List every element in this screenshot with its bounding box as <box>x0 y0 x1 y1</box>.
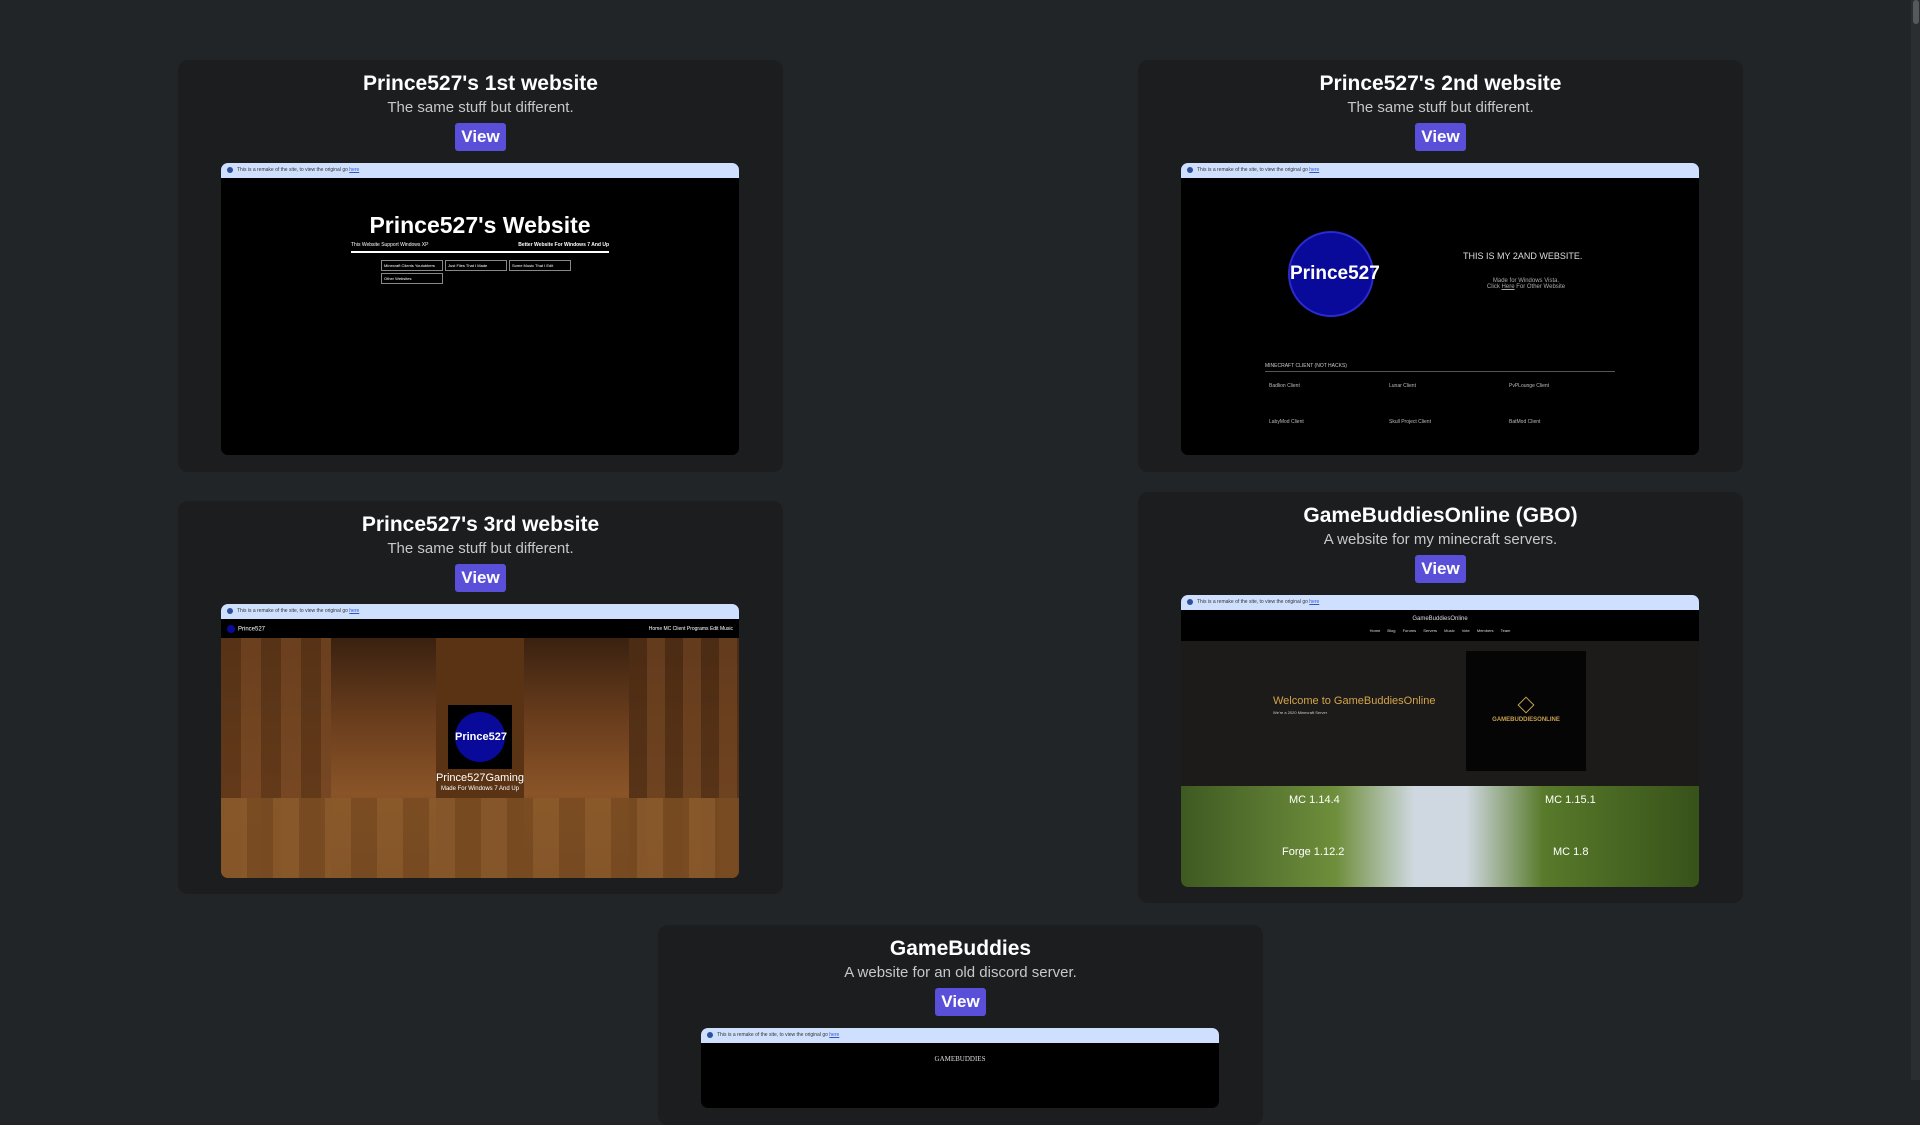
card-2nd-website: Prince527's 2nd website The same stuff b… <box>1138 60 1743 472</box>
server-label: MC 1.8 <box>1553 846 1589 858</box>
client-name: BatMod Client <box>1509 419 1541 425</box>
banner-link: here <box>1309 167 1320 173</box>
card-1st-website: Prince527's 1st website The same stuff b… <box>178 60 783 472</box>
server-label: MC 1.15.1 <box>1545 794 1596 806</box>
profile-name: Prince527Gaming <box>435 772 525 784</box>
client-name: PvPLounge Client <box>1509 383 1550 389</box>
right-note: Better Website For Windows 7 And Up <box>518 242 609 248</box>
site-preview[interactable]: This is a remake of the site, to view th… <box>701 1028 1219 1108</box>
banner-link: here <box>829 1032 840 1038</box>
brand: Prince527 <box>227 624 265 633</box>
welcome-text: Welcome to GameBuddiesOnline <box>1273 695 1436 707</box>
gbo-header: GameBuddiesOnline Home Blog Forums Serve… <box>1181 610 1699 641</box>
client-name: LabyMod Client <box>1269 419 1304 425</box>
logo-circle: Prince527 <box>1288 231 1380 317</box>
info-icon <box>227 607 233 614</box>
card-title: GameBuddiesOnline (GBO) <box>1303 504 1578 527</box>
here-link: Here <box>1501 284 1515 290</box>
card-description: A website for my minecraft servers. <box>1323 531 1558 548</box>
site-preview[interactable]: This is a remake of the site, to view th… <box>1181 595 1699 887</box>
remake-banner: This is a remake of the site, to view th… <box>701 1028 1219 1043</box>
view-button[interactable]: View <box>455 123 506 151</box>
remake-banner: This is a remake of the site, to view th… <box>1181 163 1699 178</box>
site-preview[interactable]: This is a remake of the site, to view th… <box>1181 163 1699 455</box>
brand-logo-icon <box>227 624 235 633</box>
card-3rd-website: Prince527's 3rd website The same stuff b… <box>178 501 783 894</box>
section-title: MINECRAFT CLIENT (NOT HACKS) <box>1265 363 1615 372</box>
remake-banner: This is a remake of the site, to view th… <box>1181 595 1699 610</box>
tagline: THIS IS MY 2AND WEBSITE. <box>1463 251 1583 261</box>
card-description: The same stuff but different. <box>1347 99 1534 116</box>
view-button[interactable]: View <box>455 564 506 592</box>
view-button[interactable]: View <box>1415 555 1466 583</box>
view-button[interactable]: View <box>935 988 986 1016</box>
preview-heading: Prince527's Website <box>369 212 591 238</box>
client-name: Skull Project Client <box>1389 419 1431 425</box>
preview-button: Other Websites <box>381 273 443 284</box>
banner-link: here <box>349 608 360 614</box>
preview-button: Some Music That I Edit <box>509 260 571 271</box>
gbo-logo: GAMEBUDDIESONLINE <box>1466 651 1586 771</box>
card-title: Prince527's 2nd website <box>1319 72 1562 95</box>
info-icon <box>227 166 233 173</box>
banner-link: here <box>349 167 360 173</box>
gamebuddies-title: GAMEBUDDIES <box>934 1055 986 1063</box>
gbo-hero: Welcome to GameBuddiesOnline We're a 202… <box>1181 641 1699 786</box>
remake-banner: This is a remake of the site, to view th… <box>221 163 739 178</box>
servers-strip: MC 1.14.4 MC 1.15.1 Forge 1.12.2 MC 1.8 <box>1181 786 1699 887</box>
server-label: MC 1.14.4 <box>1289 794 1340 806</box>
center-logo: Prince527 <box>448 705 512 769</box>
card-title: GameBuddies <box>889 937 1032 960</box>
page-scrollbar[interactable] <box>1911 0 1920 1080</box>
card-description: The same stuff but different. <box>387 540 574 557</box>
client-name: Badlion Client <box>1269 383 1300 389</box>
scrollbar-thumb[interactable] <box>1913 0 1919 24</box>
card-gamebuddies: GameBuddies A website for an old discord… <box>658 925 1263 1125</box>
card-description: The same stuff but different. <box>387 99 574 116</box>
welcome-sub: We're a 2020 Minecraft Server <box>1273 710 1328 715</box>
client-name: Lunar Client <box>1389 383 1416 389</box>
card-gbo: GameBuddiesOnline (GBO) A website for my… <box>1138 492 1743 903</box>
site-preview[interactable]: This is a remake of the site, to view th… <box>221 604 739 878</box>
gbo-logo-icon <box>1517 696 1535 714</box>
info-icon <box>707 1031 713 1038</box>
site-preview[interactable]: This is a remake of the site, to view th… <box>221 163 739 455</box>
preview-navbar: Prince527 Home MC Client Programs Edit M… <box>221 619 739 638</box>
card-title: Prince527's 1st website <box>363 72 598 95</box>
card-description: A website for an old discord server. <box>844 964 1077 981</box>
preview-button: Minecraft Clients Youtubbers <box>381 260 443 271</box>
profile-sub: Made For Windows 7 And Up <box>440 786 520 792</box>
server-label: Forge 1.12.2 <box>1282 846 1345 858</box>
view-button[interactable]: View <box>1415 123 1466 151</box>
banner-link: here <box>1309 599 1320 605</box>
preview-button: Just Files That I Made <box>445 260 507 271</box>
info-icon <box>1187 166 1193 173</box>
remake-banner: This is a remake of the site, to view th… <box>221 604 739 619</box>
info-icon <box>1187 598 1193 605</box>
card-title: Prince527's 3rd website <box>361 513 600 536</box>
left-note: This Website Support Windows XP <box>351 242 429 248</box>
